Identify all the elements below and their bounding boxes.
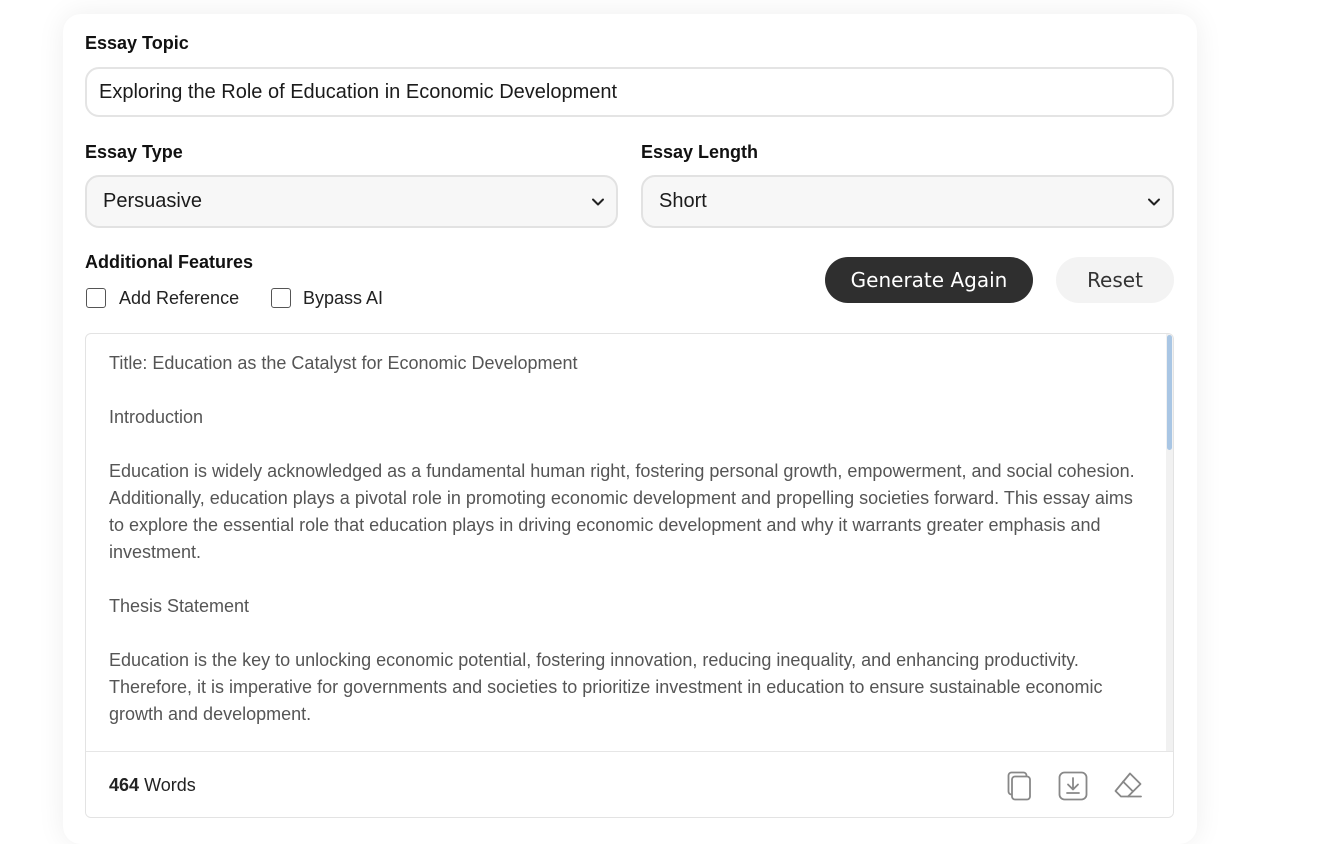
essay-output-scroll-area[interactable]: Title: Education as the Catalyst for Eco… <box>86 334 1166 751</box>
eraser-icon[interactable] <box>1113 770 1143 802</box>
essay-paragraph: Title: Education as the Catalyst for Eco… <box>109 353 578 373</box>
essay-paragraph: Education is widely acknowledged as a fu… <box>109 461 1135 562</box>
chevron-down-icon <box>1148 198 1160 205</box>
word-count-unit: Words <box>144 775 196 795</box>
word-count: 464 Words <box>109 775 196 796</box>
chevron-down-icon <box>592 198 604 205</box>
essay-output-panel: Title: Education as the Catalyst for Eco… <box>85 333 1174 818</box>
topic-label: Essay Topic <box>85 33 189 53</box>
essay-length-select[interactable]: Short <box>641 175 1174 228</box>
essay-length-value: Short <box>659 190 707 212</box>
essay-paragraph: Introduction <box>109 407 204 427</box>
bypass-ai-checkbox[interactable] <box>271 288 291 308</box>
essay-paragraph: Thesis Statement <box>109 596 250 616</box>
output-footer: 464 Words <box>86 751 1173 817</box>
additional-features-label: Additional Features <box>85 252 254 272</box>
essay-type-value: Persuasive <box>103 190 202 212</box>
copy-icon[interactable] <box>1004 770 1034 802</box>
add-reference-checkbox[interactable] <box>86 288 106 308</box>
essay-text: Title: Education as the Catalyst for Eco… <box>109 350 1149 751</box>
scrollbar-track[interactable] <box>1166 334 1173 751</box>
topic-input-value: Exploring the Role of Education in Econo… <box>99 80 618 103</box>
word-count-number: 464 <box>109 775 140 795</box>
add-reference-label[interactable]: Add Reference <box>119 288 239 309</box>
generate-again-button[interactable]: Generate Again <box>825 257 1033 303</box>
bypass-ai-label[interactable]: Bypass AI <box>303 288 383 309</box>
essay-type-label: Essay Type <box>85 142 183 162</box>
topic-input[interactable]: Exploring the Role of Education in Econo… <box>85 67 1174 117</box>
essay-length-label: Essay Length <box>641 142 759 162</box>
essay-type-select[interactable]: Persuasive <box>85 175 618 228</box>
download-icon[interactable] <box>1058 770 1088 802</box>
scrollbar-thumb[interactable] <box>1167 335 1172 450</box>
essay-paragraph: Education is the key to unlocking econom… <box>109 650 1103 724</box>
reset-button[interactable]: Reset <box>1056 257 1174 303</box>
